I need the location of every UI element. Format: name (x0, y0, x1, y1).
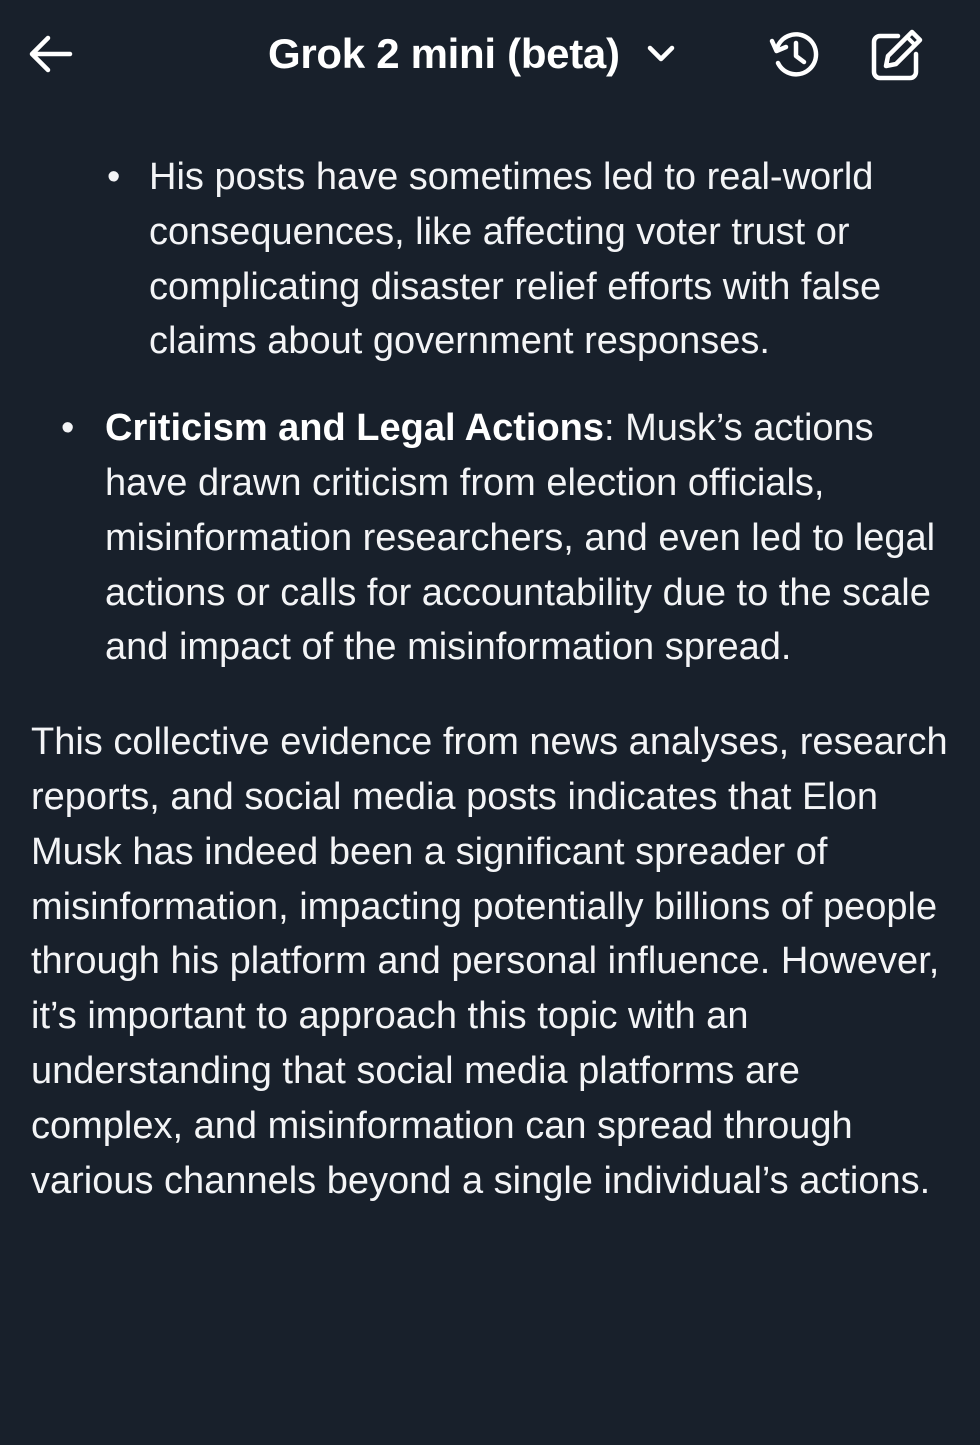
model-title: Grok 2 mini (beta) (268, 30, 620, 77)
top-bar: Grok 2 mini (beta) (0, 0, 980, 108)
list-item-title: Criticism and Legal Actions (105, 407, 605, 450)
compose-icon (871, 29, 923, 81)
back-button[interactable] (22, 28, 78, 80)
list-item-text: His posts have sometimes led to real-wor… (149, 156, 882, 363)
summary-paragraph: This collective evidence from news analy… (31, 721, 948, 1202)
bullet-marker: • (107, 156, 121, 198)
list-item: • Criticism and Legal Actions: Musk’s ac… (61, 401, 961, 675)
arrow-left-icon (29, 35, 73, 73)
chevron-down-icon (644, 37, 678, 71)
assistant-message: • His posts have sometimes led to real-w… (0, 150, 980, 1208)
new-chat-button[interactable] (866, 26, 926, 84)
history-button[interactable] (766, 26, 824, 84)
bullet-marker: • (61, 407, 75, 450)
history-icon (769, 32, 819, 77)
model-selector[interactable]: Grok 2 mini (beta) (268, 26, 678, 82)
nested-list-item: • His posts have sometimes led to real-w… (107, 150, 961, 369)
